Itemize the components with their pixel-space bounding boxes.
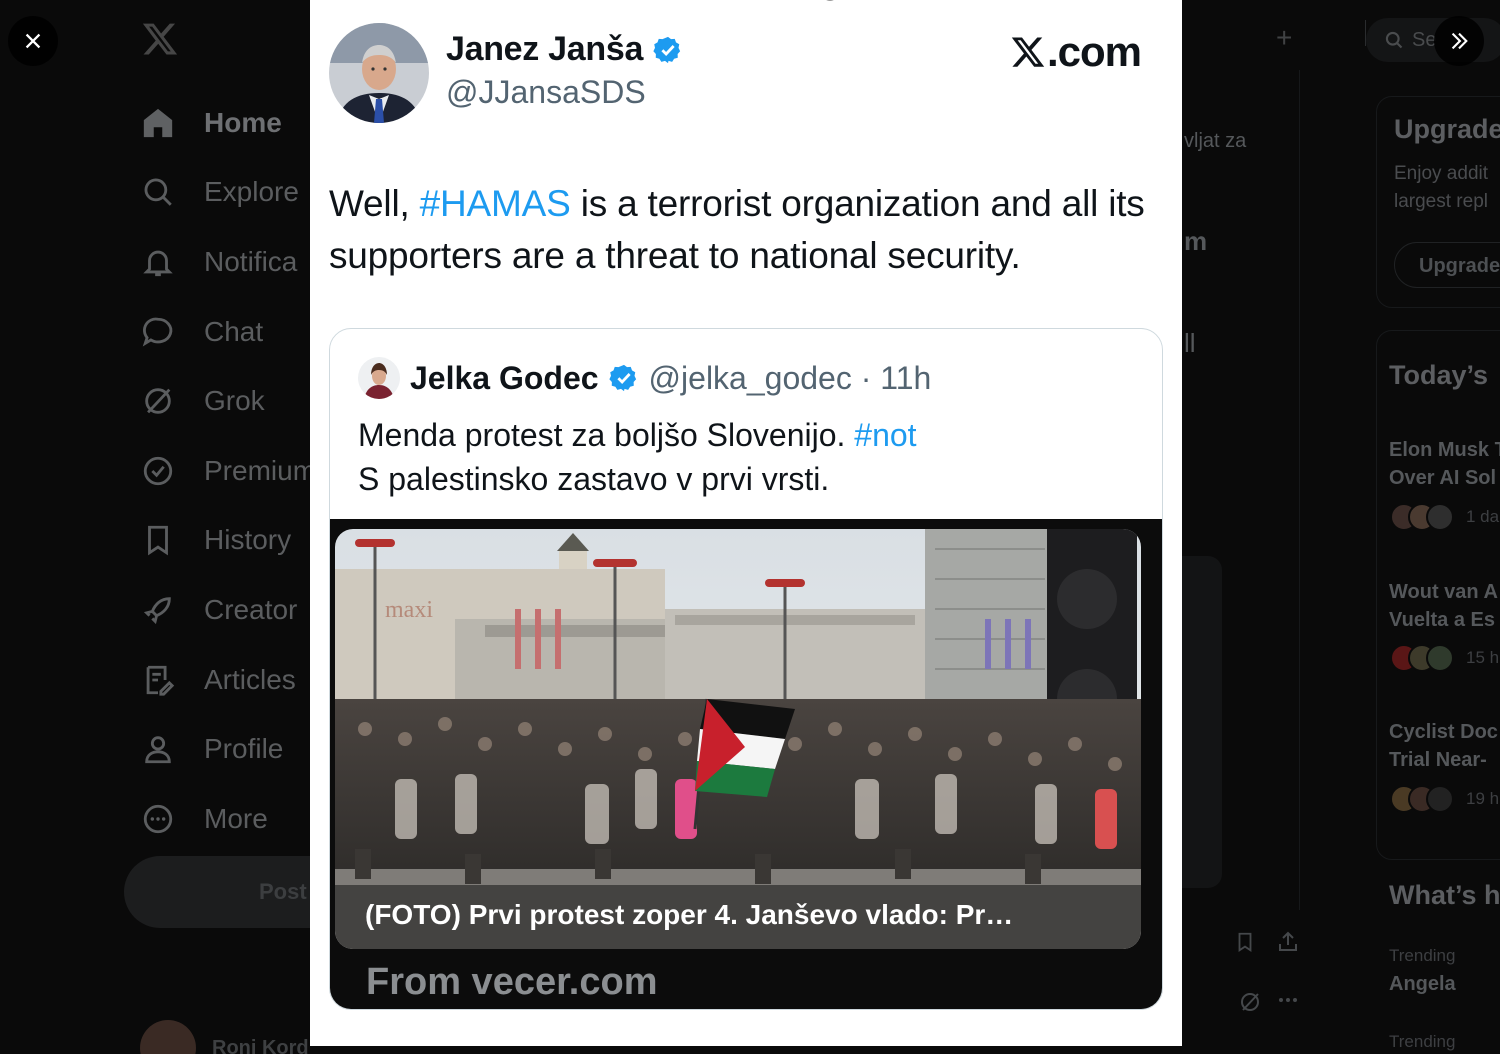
account-switcher[interactable]: Roni Kord [140, 1020, 309, 1054]
news-headline[interactable]: Wout van A [1389, 578, 1498, 606]
grok-icon[interactable] [1238, 990, 1262, 1020]
tweet-image[interactable]: Janez Janša @JJansaSDS .com Well, #HAMAS… [310, 0, 1182, 1046]
search-icon [1385, 31, 1403, 49]
x-logo-icon [1011, 37, 1045, 67]
x-com-watermark: .com [1010, 28, 1142, 76]
chat-icon [140, 314, 176, 350]
author-handle[interactable]: @JJansaSDS [446, 74, 646, 111]
quoted-author-avatar[interactable] [358, 357, 400, 399]
nav-item-label: Profile [204, 733, 284, 765]
home-icon [140, 105, 176, 141]
avatar [140, 1020, 196, 1054]
quoted-author-handle-time: @jelka_godec · 11h [648, 359, 932, 396]
nav-item-label: Creator [204, 593, 298, 625]
link-card[interactable]: maxi (FOTO) Prvi protest zoper 4. Janšev… [330, 519, 1162, 1009]
quoted-tweet-header: Jelka Godec @jelka_godec · 11h [358, 357, 931, 399]
author-avatar[interactable] [329, 23, 429, 123]
nav-item-label: More [204, 802, 268, 834]
verified-badge-icon [608, 364, 636, 392]
news-headline[interactable]: Trial Near- [1389, 746, 1487, 774]
search-icon [140, 174, 176, 210]
news-time: 1 da [1466, 507, 1500, 526]
close-icon [25, 33, 41, 49]
quoted-tweet-text: Menda protest za boljšo Slovenijo. #not … [358, 413, 917, 501]
timeline-fragment: m [1184, 226, 1208, 256]
link-card-title: (FOTO) Prvi protest zoper 4. Janševo vla… [335, 885, 1141, 949]
close-button[interactable] [8, 16, 58, 66]
quoted-text-line: Menda protest za boljšo Slovenijo. #not [358, 413, 917, 457]
premium-icon [140, 453, 176, 489]
tweet-text-part: Well, [329, 183, 420, 224]
author-name[interactable]: Janez Janša [446, 30, 683, 69]
nav-item-label: History [204, 524, 292, 556]
upgrade-button[interactable]: Upgrade [1394, 242, 1500, 288]
nav-item-label: Articles [204, 663, 296, 695]
trending-topic[interactable]: Angela [1389, 970, 1456, 998]
more-icon [140, 801, 176, 837]
person-icon [140, 731, 176, 767]
photo-sign-text: maxi [385, 597, 433, 623]
tweet-text: Well, #HAMAS is a terrorist organization… [329, 178, 1159, 282]
news-headline[interactable]: Elon Musk T [1389, 436, 1500, 464]
news-headline[interactable]: Cyclist Doc [1389, 718, 1498, 746]
articles-icon [140, 662, 176, 698]
nav-item-label: Notifica [204, 245, 298, 277]
x-logo-icon[interactable] [141, 20, 179, 58]
nav-item-label: Premium [204, 454, 317, 486]
nav-item-label: Explore [204, 176, 299, 208]
rocket-icon [140, 592, 176, 628]
hashtag-link[interactable]: #not [854, 417, 916, 453]
grok-icon [140, 383, 176, 419]
media-preview[interactable] [1182, 556, 1222, 888]
todays-news-title: Today’s [1389, 360, 1489, 390]
timeline-fragment: vljat za [1184, 130, 1247, 152]
news-time: 19 h [1466, 789, 1500, 808]
bookmark-icon [140, 522, 176, 558]
quoted-text-line: S palestinsko zastavo v prvi vrsti. [358, 461, 830, 497]
nav-item-label: Chat [204, 315, 264, 347]
trending-label: Trending [1389, 946, 1456, 965]
more-options-icon[interactable] [1276, 988, 1300, 1018]
search-placeholder: Se [1412, 28, 1437, 51]
upgrade-text: Enjoy addit [1394, 163, 1489, 184]
timeline-fragment: ll [1184, 328, 1196, 358]
news-headline[interactable]: Vuelta a Es [1389, 606, 1495, 634]
hashtag-link[interactable]: #HAMAS [420, 183, 571, 224]
double-chevron-right-icon [1451, 32, 1468, 50]
news-time: 15 h [1466, 648, 1500, 667]
author-name-text: Janez Janša [446, 30, 644, 68]
nav-item-label: Home [204, 106, 282, 138]
news-headline[interactable]: Over AI Sol [1389, 464, 1496, 492]
share-icon[interactable] [1276, 930, 1300, 960]
bookmark-icon[interactable] [1234, 930, 1256, 960]
trending-label: Trending [1389, 1032, 1456, 1051]
expand-button[interactable] [1434, 16, 1484, 66]
whats-happening-title: What’s h [1389, 880, 1500, 910]
bell-icon [140, 244, 176, 280]
news-avatars [1390, 644, 1454, 672]
plus-icon[interactable]: + [1276, 22, 1292, 54]
news-avatars [1390, 785, 1454, 813]
quoted-tweet[interactable]: Jelka Godec @jelka_godec · 11h Menda pro… [329, 328, 1163, 1010]
protest-photo: maxi (FOTO) Prvi protest zoper 4. Janšev… [335, 529, 1141, 949]
quoted-author-name[interactable]: Jelka Godec [410, 360, 599, 397]
verified-badge-icon [653, 36, 681, 63]
news-avatars [1390, 503, 1454, 531]
upgrade-title: Upgrade [1394, 114, 1500, 144]
account-name: Roni Kord [212, 1036, 309, 1054]
watermark-text: .com [1047, 28, 1142, 75]
quoted-text-part: Menda protest za boljšo Slovenijo. [358, 417, 855, 453]
nav-item-label: Grok [204, 385, 265, 417]
link-card-source[interactable]: From vecer.com [366, 961, 657, 1004]
cropped-text-fragment [826, 0, 834, 1]
upgrade-text: largest repl [1394, 191, 1488, 212]
